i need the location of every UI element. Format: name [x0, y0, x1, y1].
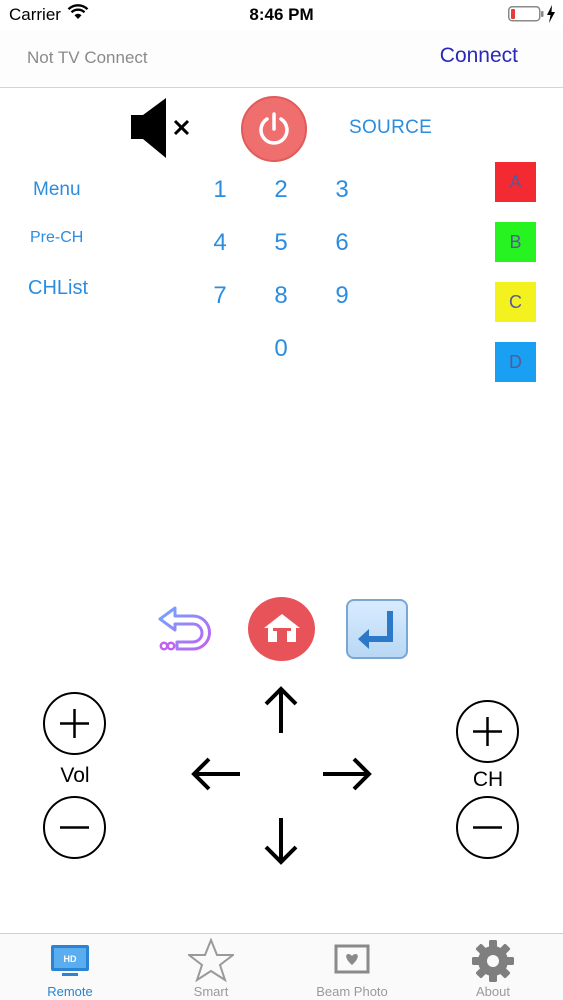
volume-down-button[interactable]	[43, 796, 106, 859]
color-button-b[interactable]: B	[495, 222, 536, 262]
arrow-right-icon[interactable]	[320, 755, 374, 793]
tab-label-beam-photo: Beam Photo	[316, 984, 388, 999]
enter-button[interactable]	[345, 598, 409, 660]
number-button-4[interactable]: 4	[200, 229, 240, 257]
enter-key-icon	[346, 599, 408, 659]
tab-beam-photo[interactable]: Beam Photo	[282, 934, 422, 1000]
mute-button[interactable]	[128, 96, 196, 160]
plus-icon	[60, 709, 89, 738]
tab-label-smart: Smart	[193, 984, 229, 999]
tab-label-about: About	[476, 984, 510, 999]
volume-up-button[interactable]	[43, 692, 106, 755]
pre-channel-button[interactable]: Pre-CH	[30, 229, 83, 247]
number-button-6[interactable]: 6	[322, 229, 362, 257]
connection-status: Not TV Connect	[27, 48, 148, 67]
source-button[interactable]: SOURCE	[349, 117, 432, 139]
tab-about[interactable]: About	[423, 934, 563, 1000]
power-icon	[259, 112, 289, 145]
channel-down-button[interactable]	[456, 796, 519, 859]
gear-icon	[472, 940, 514, 982]
return-arrow-icon	[158, 606, 211, 651]
battery-icon	[508, 6, 544, 22]
status-time: 8:46 PM	[249, 5, 314, 24]
home-button[interactable]	[248, 597, 315, 661]
tab-bar: HD Remote Smart Beam Photo About	[0, 933, 563, 1000]
tab-label-remote: Remote	[47, 984, 93, 999]
navigation-bar: Not TV Connect Connect	[0, 30, 563, 88]
minus-icon	[473, 826, 502, 829]
number-button-8[interactable]: 8	[261, 282, 301, 310]
svg-text:HD: HD	[64, 954, 77, 964]
tab-smart[interactable]: Smart	[141, 934, 281, 1000]
number-button-1[interactable]: 1	[200, 176, 240, 204]
color-button-c[interactable]: C	[495, 282, 536, 322]
channel-list-button[interactable]: CHList	[28, 277, 88, 300]
number-button-5[interactable]: 5	[261, 229, 301, 257]
number-button-9[interactable]: 9	[322, 282, 362, 310]
menu-button[interactable]: Menu	[33, 179, 81, 201]
number-button-7[interactable]: 7	[200, 282, 240, 310]
power-button[interactable]	[241, 96, 307, 162]
channel-up-button[interactable]	[456, 700, 519, 763]
color-button-a[interactable]: A	[495, 162, 536, 202]
tab-remote[interactable]: HD Remote	[0, 934, 140, 1000]
plus-icon	[473, 717, 502, 746]
status-bar: Carrier 8:46 PM	[0, 0, 563, 30]
arrow-up-icon[interactable]	[262, 684, 300, 736]
arrow-down-icon[interactable]	[262, 815, 300, 867]
number-button-3[interactable]: 3	[322, 176, 362, 204]
photo-frame-icon	[334, 944, 370, 974]
tv-hd-icon: HD	[51, 945, 89, 976]
arrow-left-icon[interactable]	[189, 755, 243, 793]
color-button-d[interactable]: D	[495, 342, 536, 382]
speaker-mute-icon	[131, 98, 190, 158]
back-button[interactable]	[155, 600, 217, 656]
volume-label: Vol	[60, 764, 90, 787]
number-button-0[interactable]: 0	[261, 335, 301, 363]
minus-icon	[60, 826, 89, 829]
connect-button[interactable]: Connect	[440, 44, 518, 68]
channel-label: CH	[472, 768, 504, 791]
star-icon	[188, 938, 234, 982]
home-icon	[264, 614, 300, 642]
charging-bolt-icon	[547, 5, 555, 23]
number-button-2[interactable]: 2	[261, 176, 301, 204]
